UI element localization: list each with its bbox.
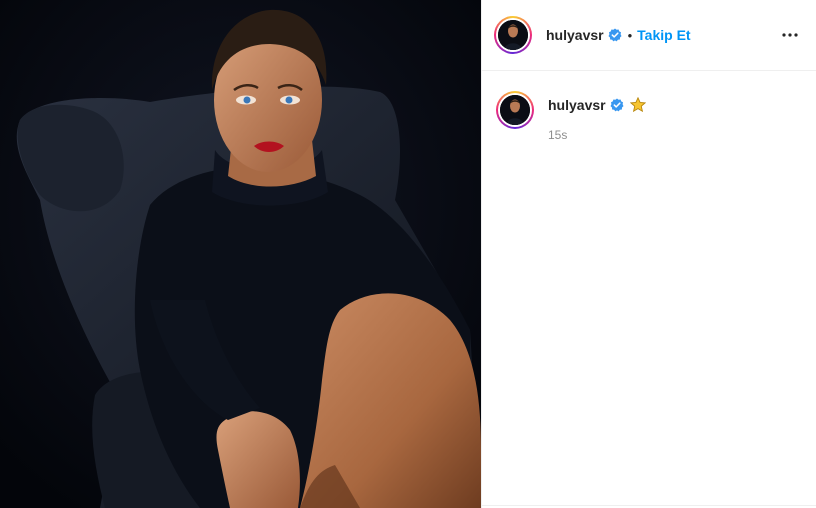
post-photo[interactable] xyxy=(0,0,481,508)
instagram-post: hulyavsr • Takip Et hulyavsr 15s xyxy=(0,0,816,508)
header-separator: • xyxy=(627,27,633,43)
star-emoji-icon xyxy=(629,97,646,113)
caption-row: hulyavsr 15s xyxy=(482,71,816,142)
post-timestamp[interactable]: 15s xyxy=(548,128,646,142)
portrait-image xyxy=(0,0,481,508)
profile-photo-icon xyxy=(500,95,530,125)
verified-badge-icon xyxy=(608,28,622,42)
post-header: hulyavsr • Takip Et xyxy=(482,0,816,71)
verified-badge-icon xyxy=(610,98,624,112)
author-username[interactable]: hulyavsr xyxy=(546,27,604,43)
caption-username[interactable]: hulyavsr xyxy=(548,97,606,113)
author-avatar[interactable] xyxy=(494,16,532,54)
divider xyxy=(482,505,816,506)
follow-button[interactable]: Takip Et xyxy=(637,27,690,43)
caption-author-avatar[interactable] xyxy=(496,91,534,129)
more-options-icon[interactable] xyxy=(778,23,802,47)
profile-photo-icon xyxy=(498,20,528,50)
post-side-panel: hulyavsr • Takip Et hulyavsr 15s xyxy=(481,0,816,508)
